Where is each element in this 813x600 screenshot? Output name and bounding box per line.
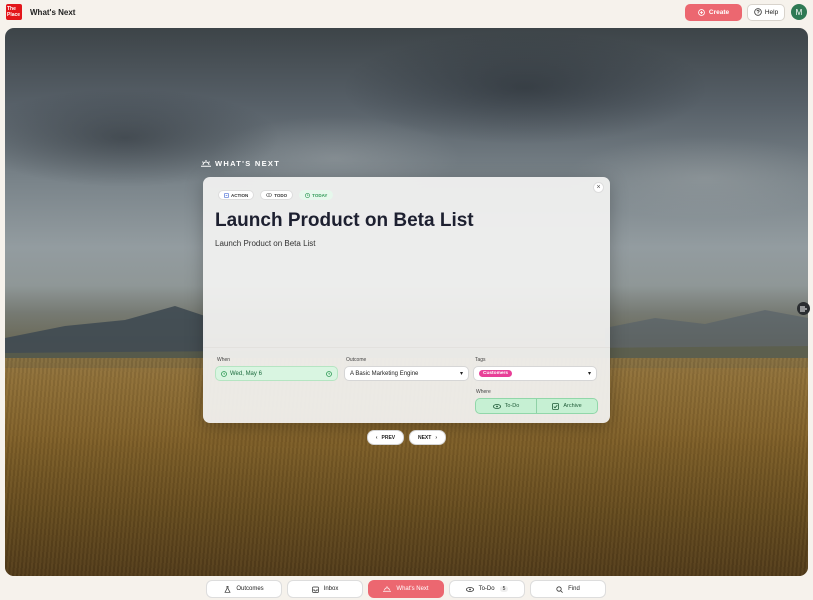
eye-icon bbox=[266, 193, 273, 197]
eye-icon bbox=[492, 403, 501, 409]
tag-chip[interactable]: Customers bbox=[479, 370, 513, 377]
sunrise-icon bbox=[383, 586, 392, 592]
help-label: Help bbox=[764, 8, 779, 16]
eye-icon bbox=[465, 586, 474, 592]
chevron-down-icon: ▾ bbox=[459, 371, 463, 377]
app-logo[interactable]: The Place bbox=[6, 4, 22, 20]
top-bar: The Place What's Next Create Help M bbox=[0, 0, 813, 24]
create-label: Create bbox=[708, 8, 730, 16]
next-button[interactable]: NEXT › bbox=[409, 430, 446, 445]
user-avatar[interactable]: M bbox=[791, 4, 807, 20]
chevron-right-icon: › bbox=[435, 434, 437, 441]
plus-circle-icon bbox=[698, 8, 705, 16]
clock-icon bbox=[221, 370, 227, 377]
nav-whats-next-label: What's Next bbox=[396, 586, 429, 592]
outcome-select[interactable]: A Basic Marketing Engine ▾ bbox=[344, 366, 469, 381]
where-toggle: To-Do Archive bbox=[475, 398, 598, 414]
search-icon bbox=[556, 585, 564, 593]
logo-text: The Place bbox=[7, 6, 21, 18]
task-badges: ACTION TODO TODAY bbox=[218, 190, 334, 200]
sunrise-icon bbox=[201, 160, 211, 167]
clock-icon bbox=[305, 192, 311, 198]
outcome-label: Outcome bbox=[346, 357, 367, 363]
prev-button[interactable]: ‹ PREV bbox=[367, 430, 404, 445]
nav-outcomes-label: Outcomes bbox=[236, 586, 264, 592]
action-badge-label: ACTION bbox=[231, 192, 249, 198]
where-archive-option[interactable]: Archive bbox=[536, 399, 597, 413]
tags-select[interactable]: Customers ▾ bbox=[473, 366, 597, 381]
page-title: What's Next bbox=[30, 7, 76, 17]
nav-find[interactable]: Find bbox=[530, 580, 606, 598]
checkbox-icon bbox=[552, 402, 560, 410]
clear-date-icon[interactable] bbox=[326, 370, 332, 377]
chevron-down-icon: ▾ bbox=[587, 371, 591, 377]
close-icon: × bbox=[596, 184, 601, 191]
chevron-left-icon: ‹ bbox=[375, 434, 378, 441]
section-heading: WHAT'S NEXT bbox=[201, 159, 280, 168]
list-toggle-icon bbox=[800, 306, 807, 312]
prev-label: PREV bbox=[381, 434, 396, 441]
where-label: Where bbox=[476, 389, 491, 395]
nav-todo-label: To-Do bbox=[478, 586, 495, 592]
help-button[interactable]: Help bbox=[747, 3, 785, 21]
nav-inbox[interactable]: Inbox bbox=[287, 580, 363, 598]
side-panel-toggle[interactable] bbox=[797, 302, 810, 315]
next-label: NEXT bbox=[417, 434, 432, 441]
where-archive-label: Archive bbox=[563, 403, 582, 409]
create-button[interactable]: Create bbox=[685, 3, 742, 21]
action-badge: ACTION bbox=[218, 190, 255, 200]
help-circle-icon bbox=[754, 8, 762, 16]
nav-whats-next[interactable]: What's Next bbox=[368, 580, 444, 598]
todo-badge: TODO bbox=[260, 190, 294, 200]
flask-icon bbox=[224, 585, 231, 593]
task-title[interactable]: Launch Product on Beta List bbox=[215, 210, 474, 232]
when-value: Wed, May 6 bbox=[230, 370, 262, 377]
nav-inbox-label: Inbox bbox=[323, 586, 339, 592]
bottom-nav: Outcomes Inbox What's Next To-Do 5 Find bbox=[0, 580, 813, 598]
when-label: When bbox=[217, 357, 231, 363]
action-icon bbox=[224, 192, 229, 198]
tags-label: Tags bbox=[475, 357, 486, 363]
outcome-value: A Basic Marketing Engine bbox=[350, 370, 419, 377]
where-todo-option[interactable]: To-Do bbox=[476, 399, 536, 413]
todo-badge-label: TODO bbox=[274, 192, 288, 198]
nav-todo[interactable]: To-Do 5 bbox=[449, 580, 525, 598]
when-field[interactable]: Wed, May 6 bbox=[215, 366, 338, 381]
close-button[interactable]: × bbox=[593, 182, 604, 193]
inbox-icon bbox=[311, 586, 319, 593]
card-divider bbox=[203, 347, 610, 348]
today-badge: TODAY bbox=[299, 190, 334, 200]
todo-count-badge: 5 bbox=[499, 586, 509, 592]
section-heading-label: WHAT'S NEXT bbox=[215, 159, 281, 168]
nav-outcomes[interactable]: Outcomes bbox=[206, 580, 282, 598]
task-description[interactable]: Launch Product on Beta List bbox=[215, 239, 316, 248]
nav-find-label: Find bbox=[568, 586, 580, 592]
where-todo-label: To-Do bbox=[504, 403, 520, 409]
task-card: ACTION TODO TODAY × Launch Product on Be… bbox=[203, 177, 610, 423]
today-badge-label: TODAY bbox=[312, 192, 328, 198]
